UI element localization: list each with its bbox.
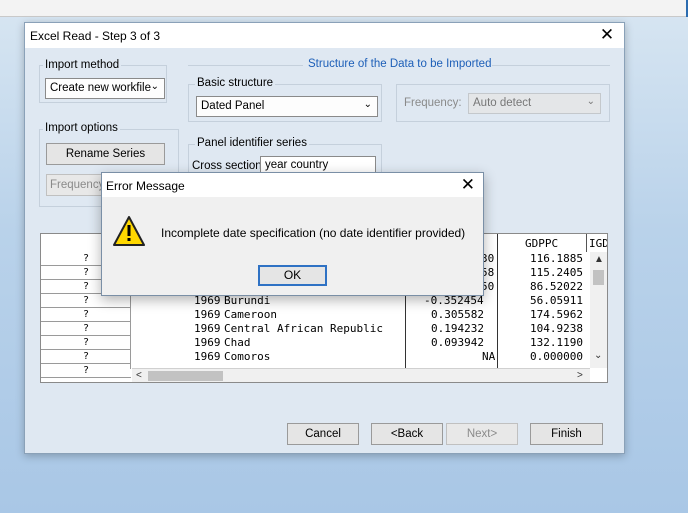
cell-value: -0.352454 [424,294,484,307]
row-header[interactable]: ? [41,350,131,364]
frequency-label: Frequency: [404,97,462,109]
cell-gdppc: 86.52022 [530,280,583,293]
background-app-topbar [0,0,688,17]
column-divider [497,234,498,368]
dialog-titlebar: Error Message ✕ [102,173,483,197]
row-header[interactable]: ? [41,322,131,336]
cancel-button[interactable]: Cancel [287,423,359,445]
chevron-down-icon: ⌄ [363,99,372,110]
cell-value: 0.194232 [431,322,484,335]
cell-gdppc: 132.1190 [530,336,583,349]
cross-section-label: Cross section [192,160,262,172]
window-titlebar: Excel Read - Step 3 of 3 ✕ [25,23,624,48]
structure-title: Structure of the Data to be Imported [305,58,495,70]
column-divider [586,234,587,252]
scroll-left-icon[interactable]: < [136,370,142,381]
cell-year: 1969 [194,322,221,335]
row-header[interactable]: ? [41,294,131,308]
cell-gdppc: 116.1885 [530,252,583,265]
ok-button[interactable]: OK [258,265,327,286]
row-header[interactable]: ? [41,308,131,322]
frequency-value: Auto detect [473,97,532,109]
close-window-button[interactable]: ✕ [598,25,616,45]
cell-country: Burundi [224,294,271,307]
frequency-select[interactable]: Auto detect ⌄ [468,93,601,114]
row-header[interactable]: ? [41,364,131,378]
cell-year: 1969 [194,350,221,363]
scroll-down-icon[interactable]: ⌄ [594,350,602,361]
basic-structure-value: Dated Panel [201,100,265,112]
cell-value: NA [482,350,496,363]
cell-gdppc: 115.2405 [530,266,583,279]
cell-gdppc: 104.9238 [530,322,583,335]
import-method-select[interactable]: Create new workfile ⌄ [45,78,165,99]
back-button[interactable]: <Back [371,423,443,445]
panel-identifier-label: Panel identifier series [195,137,309,149]
rename-series-button[interactable]: Rename Series [46,143,165,165]
chevron-down-icon: ⌄ [586,96,595,107]
close-dialog-button[interactable]: ✕ [461,175,475,195]
error-message-dialog: Error Message ✕ Incomplete date specific… [101,172,484,296]
cell-year: 1969 [194,308,221,321]
dialog-body: Incomplete date specification (no date i… [102,197,483,295]
cell-country: Central African Republic [224,322,383,335]
cell-value: 0.093942 [431,336,484,349]
import-options-label: Import options [43,122,120,134]
vertical-scroll-thumb[interactable] [593,270,604,285]
frequency-button[interactable]: Frequency [46,174,106,196]
vertical-scrollbar[interactable]: ▲ ⌄ [590,252,607,368]
cell-gdppc: 56.05911 [530,294,583,307]
cell-year: 1969 [194,336,221,349]
finish-button[interactable]: Finish [530,423,603,445]
warning-icon [113,216,145,246]
basic-structure-label: Basic structure [195,77,276,89]
cell-country: Chad [224,336,251,349]
row-header[interactable]: ? [41,336,131,350]
cell-country: Cameroon [224,308,277,321]
error-message-text: Incomplete date specification (no date i… [161,226,466,240]
cell-country: Comoros [224,350,271,363]
dialog-title: Error Message [106,179,185,193]
basic-structure-select[interactable]: Dated Panel ⌄ [196,96,378,117]
horizontal-scroll-thumb[interactable] [148,371,223,381]
column-header[interactable]: IGD [589,237,607,251]
window-title: Excel Read - Step 3 of 3 [30,29,161,43]
horizontal-scrollbar[interactable]: < > [132,368,590,382]
structure-divider-right [492,65,610,66]
scroll-up-icon[interactable]: ▲ [594,254,604,265]
cell-gdppc: 174.5962 [530,308,583,321]
column-header[interactable]: GDPPC [525,237,558,251]
cell-value: 0.305582 [431,308,484,321]
cell-gdppc: 0.000000 [530,350,583,363]
import-method-value: Create new workfile [50,82,151,94]
scroll-right-icon[interactable]: > [577,370,583,381]
structure-divider-left [188,65,303,66]
import-method-label: Import method [43,59,122,71]
chevron-down-icon: ⌄ [150,81,159,92]
next-button[interactable]: Next> [446,423,518,445]
cell-year: 1969 [194,294,221,307]
